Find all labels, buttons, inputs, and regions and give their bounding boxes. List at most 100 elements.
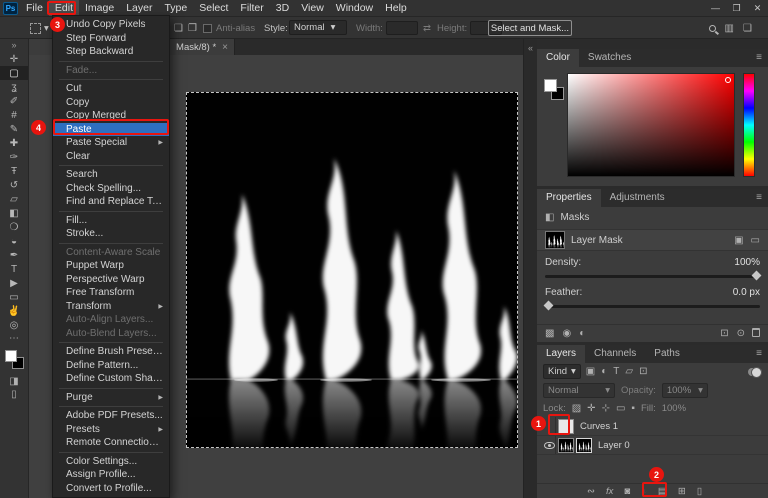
filter-pixel-layers-icon[interactable]: ▣	[586, 366, 595, 377]
visibility-eye-icon[interactable]	[543, 441, 555, 449]
edit-menu-item-undo-copy-pixels[interactable]: Undo Copy Pixels	[53, 18, 169, 32]
screen-mode-icon[interactable]: ▯	[0, 388, 28, 401]
opacity-dropdown[interactable]: 100% ▾	[661, 383, 708, 398]
pixel-mask-icon[interactable]: ▣	[734, 235, 743, 246]
filter-type-layers-icon[interactable]: T	[613, 366, 619, 377]
edit-menu-item-search[interactable]: Search	[53, 168, 169, 182]
filter-kind-dropdown[interactable]: Kind ▾	[543, 364, 581, 379]
layer-mask-row[interactable]: Layer Mask ▣ ▭	[537, 229, 768, 251]
edit-menu-item-cut[interactable]: Cut	[53, 82, 169, 96]
eyedropper-tool[interactable]: ✎	[0, 122, 28, 136]
dodge-tool[interactable]: ◒	[0, 234, 28, 248]
layer-visibility-slot[interactable]	[543, 436, 556, 454]
layer-name[interactable]: Layer 0	[598, 440, 630, 451]
tab-layers[interactable]: Layers	[537, 345, 586, 363]
path-selection-tool[interactable]: ▶	[0, 276, 28, 290]
edit-menu-item-remote-connections[interactable]: Remote Connections...	[53, 436, 169, 450]
maximize-icon[interactable]: ❐	[726, 0, 747, 16]
vector-mask-icon[interactable]: ▭	[751, 235, 760, 246]
color-range-icon[interactable]: ◉	[562, 328, 571, 339]
tool-preset-dropdown[interactable]: ▾	[30, 17, 49, 39]
menubar-item-view[interactable]: View	[295, 0, 330, 16]
shape-tool[interactable]: ▭	[0, 290, 28, 304]
edit-menu-item-free-transform[interactable]: Free Transform	[53, 286, 169, 300]
menubar-item-3d[interactable]: 3D	[270, 0, 295, 16]
feather-slider[interactable]	[543, 300, 760, 311]
tab-paths[interactable]: Paths	[645, 345, 689, 363]
tab-channels[interactable]: Channels	[585, 345, 645, 363]
collapse-toolbar-icon[interactable]: »	[0, 39, 28, 52]
swap-dimensions-icon[interactable]: ⇄	[423, 17, 431, 39]
edit-menu-item-convert-to-profile[interactable]: Convert to Profile...	[53, 482, 169, 496]
document-image[interactable]	[186, 92, 518, 448]
width-input[interactable]	[386, 21, 418, 35]
lock-pixels-icon[interactable]: ✛	[587, 403, 595, 414]
mask-visibility-eye-icon[interactable]: ⊙	[737, 328, 745, 339]
edit-menu-item-step-backward[interactable]: Step Backward	[53, 45, 169, 59]
edit-menu-item-color-settings[interactable]: Color Settings...	[53, 455, 169, 469]
tab-swatches[interactable]: Swatches	[579, 49, 640, 67]
density-slider-thumb[interactable]	[751, 270, 762, 281]
load-selection-icon[interactable]: ⊡	[720, 328, 728, 339]
menubar-item-edit[interactable]: Edit	[48, 0, 80, 16]
edit-menu-item-copy[interactable]: Copy	[53, 96, 169, 110]
edit-menu-item-assign-profile[interactable]: Assign Profile...	[53, 468, 169, 482]
density-slider[interactable]	[545, 270, 762, 281]
fill-value[interactable]: 100%	[662, 403, 686, 414]
selection-mode-add-icon[interactable]: ❏	[174, 23, 183, 34]
edit-menu-item-paste-special[interactable]: Paste Special ▶	[53, 136, 169, 150]
panel-foreground-swatch[interactable]	[544, 79, 557, 92]
brush-tool[interactable]: ✑	[0, 150, 28, 164]
color-gradient-picker[interactable]	[567, 73, 735, 177]
edit-menu-item-clear[interactable]: Clear	[53, 150, 169, 164]
move-tool[interactable]: ✛	[0, 52, 28, 66]
edit-menu-item-check-spelling[interactable]: Check Spelling...	[53, 182, 169, 196]
layer-row-layer-0[interactable]: Layer 0	[537, 436, 768, 455]
panel-menu-icon[interactable]: ≡	[756, 345, 768, 363]
clone-stamp-tool[interactable]: Ŧ	[0, 164, 28, 178]
new-adjustment-layer-icon[interactable]: ◐	[641, 486, 647, 497]
layer-thumbnail[interactable]	[558, 437, 574, 453]
blur-tool[interactable]: ❍	[0, 220, 28, 234]
layer-row-curves-1[interactable]: Curves 1	[537, 417, 768, 436]
edit-menu-item-adobe-pdf-presets[interactable]: Adobe PDF Presets...	[53, 409, 169, 423]
edit-menu-item-content-aware-scale[interactable]: Content-Aware Scale	[53, 246, 169, 260]
panel-menu-icon[interactable]: ≡	[756, 49, 768, 67]
menubar-item-help[interactable]: Help	[379, 0, 413, 16]
edit-menu-item-copy-merged[interactable]: Copy Merged	[53, 109, 169, 123]
edit-menu-item-perspective-warp[interactable]: Perspective Warp	[53, 273, 169, 287]
gradient-tool[interactable]: ◧	[0, 206, 28, 220]
edit-menu-item-auto-blend-layers[interactable]: Auto-Blend Layers...	[53, 327, 169, 341]
foreground-color-swatch[interactable]	[5, 350, 17, 362]
healing-brush-tool[interactable]: ✚	[0, 136, 28, 150]
menubar-item-filter[interactable]: Filter	[234, 0, 269, 16]
edit-menu-item-puppet-warp[interactable]: Puppet Warp	[53, 259, 169, 273]
hand-tool[interactable]: ✌	[0, 304, 28, 318]
edit-menu-item-purge[interactable]: Purge ▶	[53, 391, 169, 405]
quick-mask-icon[interactable]: ◨	[0, 375, 28, 388]
edit-toolbar-ellipsis-icon[interactable]: ⋯	[0, 332, 28, 345]
workspace-icon[interactable]: ▥	[725, 17, 734, 39]
quick-selection-tool[interactable]: ✐	[0, 94, 28, 108]
zoom-tool[interactable]: ◎	[0, 318, 28, 332]
layer-visibility-slot[interactable]	[543, 417, 556, 435]
hue-strip[interactable]	[743, 73, 755, 177]
history-brush-tool[interactable]: ↺	[0, 178, 28, 192]
mask-edge-icon[interactable]: ▩	[545, 328, 554, 339]
edit-menu-item-step-forward[interactable]: Step Forward	[53, 32, 169, 46]
panel-layout-icon[interactable]: ❏	[743, 17, 752, 39]
layer-mask-thumbnail[interactable]	[576, 437, 592, 453]
delete-layer-icon[interactable]: ▯	[697, 486, 702, 497]
filter-adjustment-layers-icon[interactable]: ◐	[601, 366, 607, 377]
layer-style-fx-icon[interactable]: fx	[606, 486, 613, 497]
edit-menu-item-paste[interactable]: Paste	[53, 122, 169, 136]
search-icon[interactable]	[709, 24, 716, 32]
edit-menu-item-presets[interactable]: Presets ▶	[53, 423, 169, 437]
add-layer-mask-icon[interactable]: ◙	[624, 486, 630, 497]
edit-menu-item-fade[interactable]: Fade...	[53, 64, 169, 78]
link-layers-icon[interactable]: ∾	[587, 486, 595, 497]
lock-artboard-icon[interactable]: ▭	[616, 403, 625, 414]
new-layer-icon[interactable]: ⊞	[678, 486, 686, 497]
pen-tool[interactable]: ✒	[0, 248, 28, 262]
edit-menu-item-define-pattern[interactable]: Define Pattern...	[53, 359, 169, 373]
